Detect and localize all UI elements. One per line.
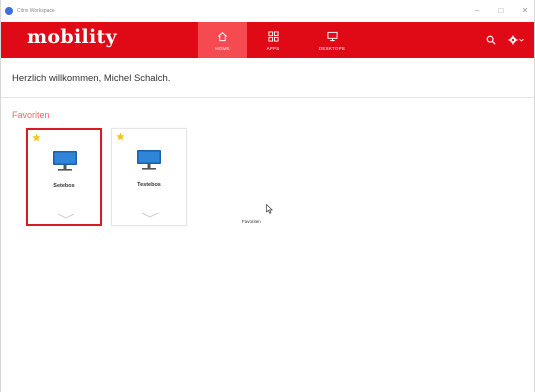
search-icon[interactable]: [486, 35, 496, 45]
close-icon[interactable]: ✕: [520, 0, 530, 22]
nav-apps-tab[interactable]: APPS: [247, 22, 299, 58]
tile-name: Testebos: [137, 182, 161, 188]
apps-grid-icon: [267, 30, 279, 42]
nav-desktops-tab[interactable]: DESKTOPS: [299, 22, 365, 58]
expand-chevron-icon[interactable]: [57, 213, 75, 219]
welcome-message: Herzlich willkommen, Michel Schalch.: [12, 73, 171, 84]
title-bar: Citrix Workspace – □ ✕: [1, 0, 534, 22]
expand-chevron-icon[interactable]: [141, 212, 159, 218]
header-actions: [486, 22, 524, 58]
favorite-tile-testebos[interactable]: Testebos: [111, 128, 187, 226]
main-nav: HOME APPS DESKTOPS: [198, 22, 365, 58]
citrix-app-icon: [5, 7, 13, 15]
mouse-pointer-icon: [266, 204, 273, 214]
favorite-star-icon[interactable]: [116, 132, 125, 141]
favorite-star-icon[interactable]: [32, 133, 41, 142]
desktop-monitor-icon: [53, 151, 77, 171]
desktop-monitor-icon: [137, 150, 161, 170]
favorites-heading: Favoriten: [12, 110, 50, 120]
app-header: mobility HOME APPS DESKTOPS: [1, 22, 534, 58]
window-title: Citrix Workspace: [17, 8, 55, 14]
nav-home-label: HOME: [215, 45, 230, 51]
section-divider: [1, 97, 534, 98]
minimize-icon[interactable]: –: [472, 0, 482, 22]
citrix-workspace-window: Citrix Workspace – □ ✕ mobility HOME APP…: [0, 0, 535, 392]
monitor-icon: [326, 31, 338, 41]
settings-menu-button[interactable]: [508, 35, 524, 45]
brand-logo: mobility: [27, 26, 117, 48]
maximize-icon[interactable]: □: [496, 0, 506, 22]
nav-home-tab[interactable]: HOME: [198, 22, 247, 58]
tooltip: Favoriten: [242, 219, 261, 224]
window-controls: – □ ✕: [472, 0, 530, 22]
nav-desktops-label: DESKTOPS: [318, 45, 346, 51]
home-icon: [218, 31, 227, 41]
gear-icon: [508, 35, 518, 45]
chevron-down-icon: [519, 38, 524, 42]
nav-apps-label: APPS: [266, 45, 280, 51]
favorite-tile-setebos[interactable]: Setebos: [26, 128, 102, 226]
tile-name: Setebos: [53, 183, 75, 189]
